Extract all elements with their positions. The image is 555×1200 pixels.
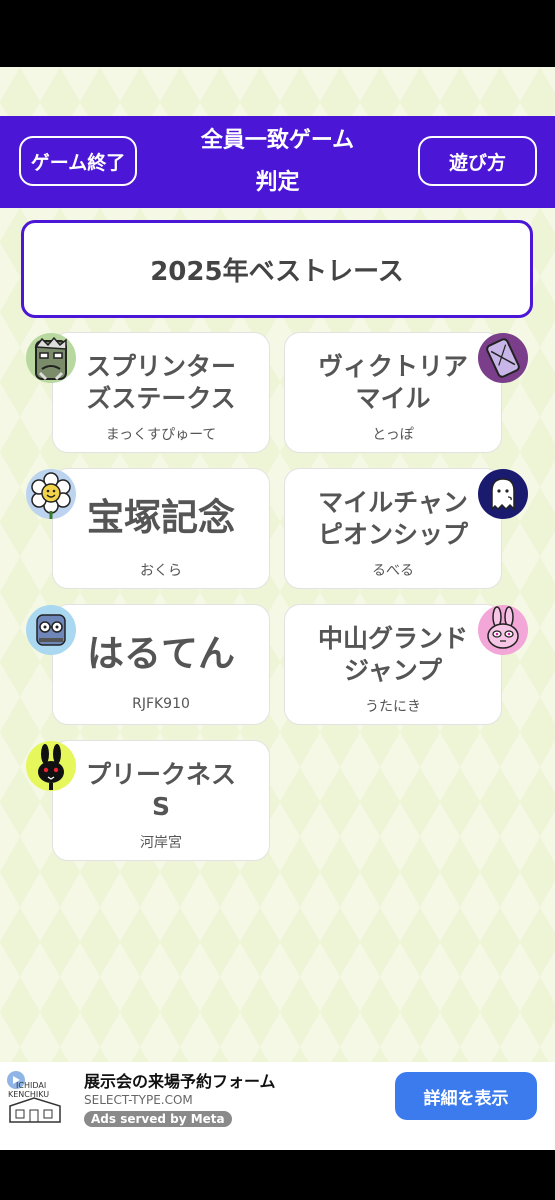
svg-text:ICHIDAI: ICHIDAI xyxy=(16,1081,46,1090)
ads-served-by-badge: Ads served by Meta xyxy=(84,1111,232,1127)
black-rabbit-avatar-icon xyxy=(26,741,76,791)
player-name: とっぽ xyxy=(372,427,414,443)
player-name: 河岸宮 xyxy=(140,835,182,851)
answer-card: 中山グランド ジャンプ うたにき xyxy=(284,604,502,725)
end-game-button[interactable]: ゲーム終了 xyxy=(19,136,137,186)
answer-card: はるてん RJFK910 xyxy=(52,604,270,725)
title-line-1: 全員一致ゲーム xyxy=(200,128,355,153)
ad-title: 展示会の来場予約フォーム xyxy=(84,1072,276,1091)
answer-text: 中山グランド ジャンプ xyxy=(317,624,468,685)
flower-avatar-icon xyxy=(26,469,76,519)
phone-avatar-icon xyxy=(478,333,528,383)
answer-text: プリークネス S xyxy=(85,760,236,821)
answer-text: マイルチャン ピオンシップ xyxy=(317,488,468,549)
svg-text:KENCHIKU: KENCHIKU xyxy=(8,1090,49,1099)
player-name: RJFK910 xyxy=(132,696,190,712)
answer-card: プリークネス S 河岸宮 xyxy=(52,740,270,861)
ghost-avatar-icon xyxy=(478,469,528,519)
answer-card: マイルチャン ピオンシップ るべる xyxy=(284,468,502,589)
player-name: うたにき xyxy=(365,699,421,715)
how-to-play-button[interactable]: 遊び方 xyxy=(418,136,537,186)
theme-box: 2025年ベストレース xyxy=(21,220,533,318)
page-title: 全員一致ゲーム 判定 xyxy=(150,120,405,204)
title-line-2: 判定 xyxy=(255,170,300,195)
answer-text: ヴィクトリア マイル xyxy=(317,352,468,413)
ad-details-button[interactable]: 詳細を表示 xyxy=(395,1072,537,1120)
header-bar: ゲーム終了 全員一致ゲーム 判定 遊び方 xyxy=(0,116,555,208)
answer-text: スプリンター ズステークス xyxy=(85,352,236,413)
ad-url: SELECT-TYPE.COM xyxy=(84,1093,193,1107)
player-name: るべる xyxy=(372,563,414,579)
grumpy-man-avatar-icon xyxy=(26,333,76,383)
answer-text: はるてん xyxy=(87,632,235,676)
player-name: おくら xyxy=(140,563,182,579)
pink-rabbit-avatar-icon xyxy=(478,605,528,655)
game-screen: ゲーム終了 全員一致ゲーム 判定 遊び方 2025年ベストレース スプリンター … xyxy=(0,67,555,1150)
bird-glasses-avatar-icon xyxy=(26,605,76,655)
answer-card: スプリンター ズステークス まっくすぴゅーて xyxy=(52,332,270,453)
answer-text: 宝塚記念 xyxy=(87,496,235,540)
answer-card: ヴィクトリア マイル とっぽ xyxy=(284,332,502,453)
company-logo-icon: ICHIDAI KENCHIKU xyxy=(7,1071,61,1123)
answer-card: 宝塚記念 おくら xyxy=(52,468,270,589)
ad-banner[interactable]: ICHIDAI KENCHIKU 展示会の来場予約フォーム SELECT-TYP… xyxy=(0,1062,555,1150)
player-name: まっくすぴゅーて xyxy=(105,427,217,443)
